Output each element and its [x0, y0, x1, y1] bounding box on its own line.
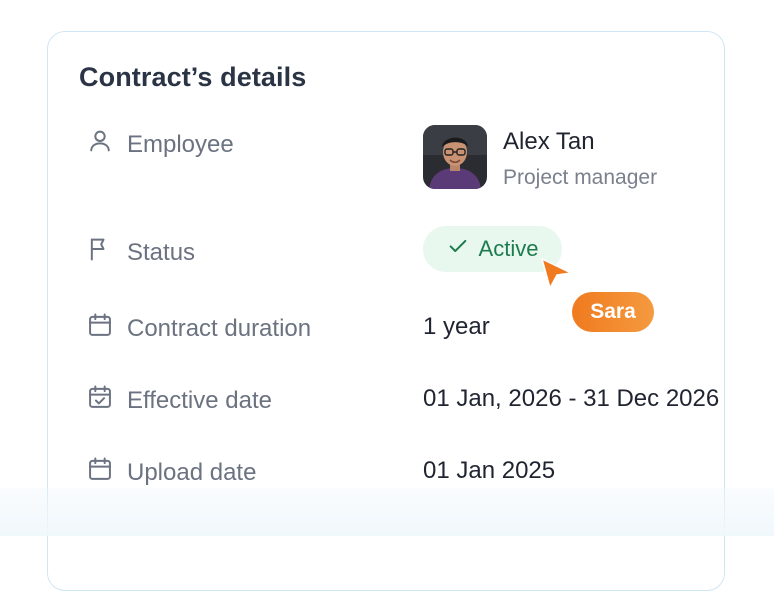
- status-label-row: Status: [86, 235, 195, 270]
- contract-duration-value: 1 year: [423, 313, 490, 340]
- upload-date-value: 01 Jan 2025: [423, 457, 556, 484]
- status-badge-label: Active: [478, 236, 539, 261]
- effective-date-value: 01 Jan, 2026 - 31 Dec 2026: [423, 385, 720, 412]
- calendar-icon: [86, 311, 114, 346]
- effective-date-label: Effective date: [127, 386, 272, 414]
- upload-date-label-row: Upload date: [86, 455, 256, 490]
- calendar-check-icon: [86, 383, 114, 418]
- flag-icon: [86, 235, 114, 270]
- collaborator-name-tag: Sara: [572, 292, 654, 332]
- employee-label: Employee: [127, 130, 234, 158]
- status-label: Status: [127, 238, 196, 266]
- employee-name[interactable]: Alex Tan: [503, 128, 595, 156]
- calendar-icon: [86, 455, 114, 490]
- contract-duration-label-row: Contract duration: [86, 311, 311, 346]
- contract-duration-label: Contract duration: [127, 314, 312, 342]
- employee-role: Project manager: [503, 166, 658, 189]
- effective-date-label-row: Effective date: [86, 383, 272, 418]
- user-icon: [86, 127, 114, 162]
- employee-avatar: [423, 125, 487, 189]
- check-icon: [447, 235, 469, 263]
- upload-date-label: Upload date: [127, 458, 257, 486]
- employee-label-row: Employee: [86, 127, 234, 162]
- bottom-fade: [0, 488, 774, 536]
- collaborator-cursor-icon: [539, 256, 573, 290]
- card-title: Contract’s details: [79, 62, 307, 92]
